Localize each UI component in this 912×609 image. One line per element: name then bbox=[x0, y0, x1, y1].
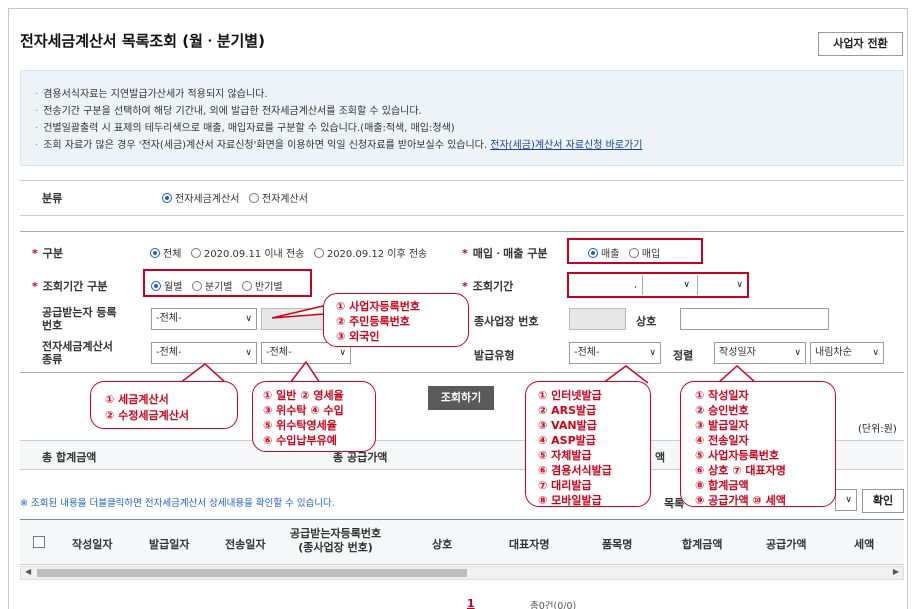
sort-field-callout: ① 작성일자 ② 승인번호 ③ 발급일자 ④ 전송일자 ⑤ 사업자등록번호 ⑥ … bbox=[680, 381, 836, 507]
callout-text: ② 수정세금계산서 bbox=[105, 409, 189, 422]
callout-text: ① 세금계산서 bbox=[105, 393, 169, 406]
invoice-type-callout: ① 세금계산서 ② 수정세금계산서 bbox=[90, 381, 238, 429]
callout-text: ③ 외국인 bbox=[336, 330, 380, 343]
callout-text: ① 일반 ② 영세율 bbox=[263, 389, 344, 402]
callout-text: ① 작성일자 bbox=[695, 389, 749, 402]
callout-text: ⑥ 수입납부유예 bbox=[263, 434, 337, 447]
callout-text: ③ 위수탁 ④ 수입 bbox=[263, 404, 344, 417]
callout-text: ④ ASP발급 bbox=[538, 434, 596, 447]
callout-text: ⑥ 겸용서식발급 bbox=[538, 464, 612, 477]
callout-text: ⑨ 공급가액 ⑩ 세액 bbox=[695, 494, 786, 507]
callout-text: ⑤ 자체발급 bbox=[538, 449, 592, 462]
callout-text: ③ 발급일자 bbox=[695, 419, 749, 432]
callout-text: ② ARS발급 bbox=[538, 404, 597, 417]
callout-text: ① 인터넷발급 bbox=[538, 389, 602, 402]
callout-text: ⑧ 모바일발급 bbox=[538, 494, 602, 507]
callout-text: ③ VAN발급 bbox=[538, 419, 597, 432]
callout-text: ② 주민등록번호 bbox=[336, 315, 410, 328]
callout-text: ⑤ 사업자등록번호 bbox=[695, 449, 779, 462]
callout-text: ⑦ 대리발급 bbox=[538, 479, 592, 492]
invoice-subtype-callout: ① 일반 ② 영세율 ③ 위수탁 ④ 수입 ⑤ 위수탁영세율 ⑥ 수입납부유예 bbox=[252, 381, 376, 452]
callout-text: ⑤ 위수탁영세율 bbox=[263, 419, 337, 432]
callout-text: ① 사업자등록번호 bbox=[336, 300, 420, 313]
callout-text: ② 승인번호 bbox=[695, 404, 749, 417]
callout-text: ⑧ 합계금액 bbox=[695, 479, 749, 492]
receiver-callout: ① 사업자등록번호 ② 주민등록번호 ③ 외국인 bbox=[323, 293, 469, 347]
callout-pointer bbox=[289, 360, 321, 384]
callout-text: ④ 전송일자 bbox=[695, 434, 749, 447]
callout-text: ⑥ 상호 ⑦ 대표자명 bbox=[695, 464, 786, 477]
issue-type-callout: ① 인터넷발급 ② ARS발급 ③ VAN발급 ④ ASP발급 ⑤ 자체발급 ⑥… bbox=[525, 381, 651, 507]
